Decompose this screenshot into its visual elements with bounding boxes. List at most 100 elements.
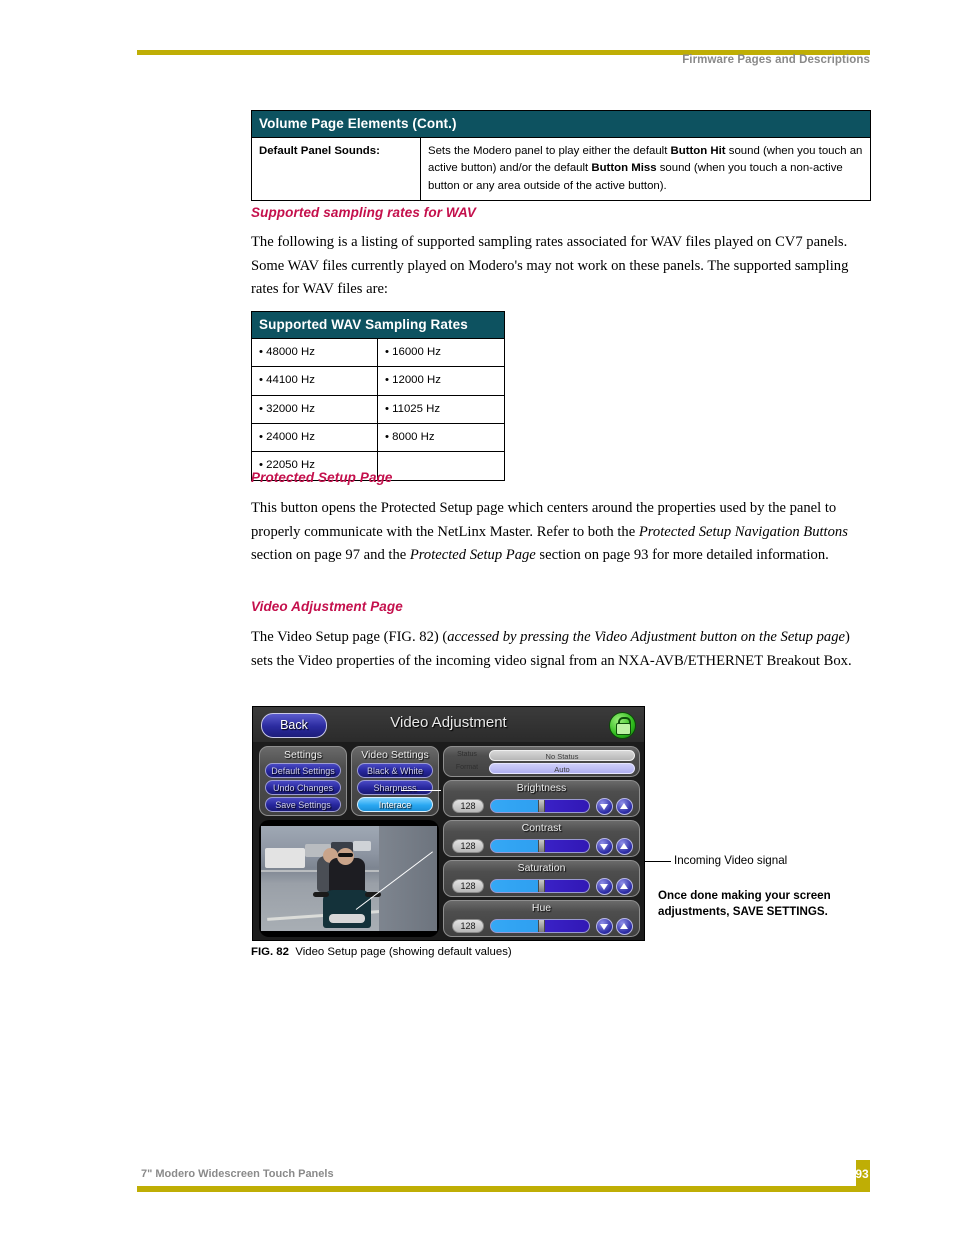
chevron-up-icon [620,843,628,849]
par-italic-1: accessed by pressing the Video Adjustmen… [447,629,845,645]
settings-group: Settings Default Settings Undo Changes S… [259,746,347,816]
cell-rate: • 32000 Hz [251,394,378,424]
status-value: No Status [489,750,635,761]
vehicle [265,848,305,868]
table-header-row: Supported WAV Sampling Rates [250,311,506,339]
contrast-label: Contrast [521,822,562,834]
wav-table-title: Supported WAV Sampling Rates [250,311,506,339]
figure-number: FIG. 82 [251,946,289,958]
volume-page-elements-table: Volume Page Elements (Cont.) Default Pan… [251,110,871,201]
chevron-down-icon [600,924,608,930]
status-label: Status [457,751,477,758]
saturation-decrement-icon[interactable] [596,878,613,895]
interlace-button[interactable]: Interace [357,797,433,812]
contrast-value: 128 [452,839,484,853]
table-row: • 48000 Hz • 16000 Hz [251,337,506,368]
hue-decrement-icon[interactable] [596,918,613,935]
saturation-label: Saturation [517,862,566,874]
cell-rate: • 12000 Hz [376,366,506,396]
footer-page-number: 93 [855,1167,869,1181]
figure-caption: FIG. 82 Video Setup page (showing defaul… [251,946,512,958]
desc-bold-2: Button Miss [591,162,657,175]
wav-sampling-rates-table: Supported WAV Sampling Rates • 48000 Hz … [250,311,506,481]
brightness-increment-icon[interactable] [616,798,633,815]
format-value[interactable]: Auto [489,763,635,774]
callout-leader-horizontal [401,790,441,791]
contrast-slider[interactable] [490,839,590,853]
brightness-slider-group: Brightness 128 [443,780,640,817]
figure-caption-text: Video Setup page (showing default values… [295,946,512,958]
brightness-row: 128 [444,798,639,816]
table-row: • 32000 Hz • 11025 Hz [251,394,506,424]
incoming-video-image [261,826,437,931]
brightness-value: 128 [452,799,484,813]
chevron-up-icon [620,883,628,889]
paragraph-sampling-rates: The following is a listing of supported … [251,234,849,298]
cell-rate: • 8000 Hz [376,422,506,453]
brightness-decrement-icon[interactable] [596,798,613,815]
chevron-down-icon [600,884,608,890]
wall [379,826,437,931]
handlebar-left [313,892,329,897]
headlight [329,914,365,923]
row-description: Sets the Modero panel to play either the… [420,137,871,201]
table-row: • 24000 Hz • 8000 Hz [251,422,506,453]
note-line-2: adjustments, SAVE SETTINGS. [658,905,828,919]
lock-body [616,723,631,735]
callout-leader-line [645,861,671,862]
hue-slider[interactable] [490,919,590,933]
brightness-label: Brightness [516,782,567,794]
saturation-increment-icon[interactable] [616,878,633,895]
undo-changes-button[interactable]: Undo Changes [265,780,341,795]
contrast-decrement-icon[interactable] [596,838,613,855]
video-settings-group-title: Video Settings [361,749,429,761]
table-header-row: Volume Page Elements (Cont.) [251,110,871,138]
row-label: Default Panel Sounds: [251,137,421,201]
contrast-slider-group: Contrast 128 [443,820,640,857]
footer-rule [137,1186,870,1192]
slider-thumb[interactable] [538,920,546,932]
sharpness-button[interactable]: Sharpness [357,780,433,795]
chevron-up-icon [620,803,628,809]
saturation-row: 128 [444,878,639,896]
par-part-2: section on page 97 and the [251,547,410,564]
cell-rate: • 44100 Hz [251,366,378,396]
hue-row: 128 [444,918,639,936]
desc-bold-1: Button Hit [670,145,726,157]
hue-value: 128 [452,919,484,933]
table-row: • 44100 Hz • 12000 Hz [251,366,506,396]
chevron-up-icon [620,923,628,929]
default-settings-button[interactable]: Default Settings [265,763,341,778]
panel-title-bar: Back Video Adjustment [253,707,644,742]
hue-increment-icon[interactable] [616,918,633,935]
section-heading-sampling-rates: Supported sampling rates for WAV [251,205,476,220]
saturation-slider[interactable] [490,879,590,893]
format-label: Format [455,764,479,771]
lock-icon[interactable] [609,712,636,739]
status-group: Status No Status Format Auto [443,746,640,777]
section-heading-video-adjustment: Video Adjustment Page [251,599,403,614]
brightness-slider[interactable] [490,799,590,813]
hue-label: Hue [531,902,552,914]
footer-document-title: 7" Modero Widescreen Touch Panels [141,1168,334,1180]
table-row: Default Panel Sounds: Sets the Modero pa… [251,137,871,201]
video-settings-group: Video Settings Black & White Sharpness I… [351,746,439,816]
par-part-3: section on page 93 for more detailed inf… [535,547,829,564]
saturation-value: 128 [452,879,484,893]
section-heading-protected-setup: Protected Setup Page [251,470,393,485]
save-settings-button[interactable]: Save Settings [265,797,341,812]
slider-thumb[interactable] [538,800,546,812]
par-italic-1: Protected Setup Navigation Buttons [638,523,848,540]
video-preview-window [259,820,439,937]
volume-table-title: Volume Page Elements (Cont.) [251,110,871,138]
contrast-increment-icon[interactable] [616,838,633,855]
cell-rate: • 48000 Hz [251,337,378,368]
paragraph-protected-setup: This button opens the Protected Setup pa… [251,497,871,568]
slider-thumb[interactable] [538,840,546,852]
panel-page-title: Video Adjustment [390,714,507,731]
figure-note: Once done making your screen adjustments,… [658,888,831,921]
slider-thumb[interactable] [538,880,546,892]
chevron-down-icon [600,844,608,850]
vehicle [353,841,371,851]
black-and-white-button[interactable]: Black & White [357,763,433,778]
